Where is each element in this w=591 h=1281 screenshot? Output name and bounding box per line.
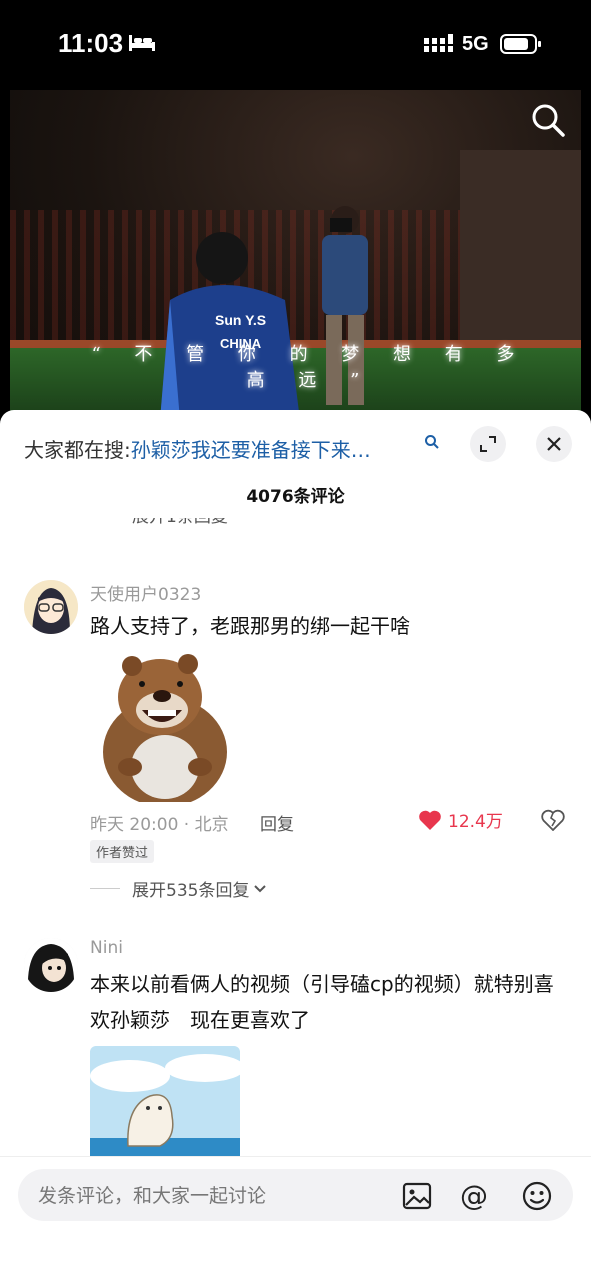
trending-search-icon[interactable] — [424, 434, 440, 450]
signal-icon — [424, 34, 453, 52]
expand-replies-partial[interactable]: 展开1条回复 — [90, 518, 228, 532]
comment-input[interactable] — [36, 1169, 390, 1223]
video-background-wall — [460, 150, 581, 340]
trending-query[interactable]: 孙颖莎我还要准备接下来… — [131, 438, 371, 462]
expand-replies-label: 展开535条回复 — [132, 881, 250, 901]
mention-icon[interactable]: @ — [460, 1179, 488, 1212]
sleep-mode-icon — [129, 35, 155, 51]
expand-replies-label: 展开1条回复 — [132, 518, 228, 527]
author-liked-badge: 作者赞过 — [90, 840, 155, 863]
expand-icon — [480, 436, 496, 452]
like-count: 12.4万 — [448, 812, 503, 832]
battery-icon — [500, 34, 541, 54]
video-player[interactable]: Sun Y.S CHINA “ 不 管 你 的 梦 想 有 多 高 远 ” — [10, 90, 581, 420]
comment-text: 本来以前看俩人的视频（引导磕cp的视频）就特别喜欢孙颖莎 现在更喜欢了 — [90, 972, 554, 1032]
trending-search[interactable]: 大家都在搜:孙颖莎我还要准备接下来… — [24, 434, 371, 463]
emoji-icon[interactable] — [521, 1180, 553, 1212]
anime-character-avatar-icon — [24, 938, 78, 992]
heart-filled-icon — [419, 810, 441, 830]
divider — [90, 888, 120, 889]
comment-time-location: 昨天 20:00 · 北京 — [90, 815, 229, 835]
like-button[interactable]: 12.4万 — [418, 807, 503, 832]
network-type: 5G — [462, 33, 489, 55]
trending-prefix: 大家都在搜: — [24, 438, 131, 462]
expand-replies-button[interactable]: 展开535条回复 — [90, 876, 267, 901]
comment-input-container[interactable]: @ — [18, 1169, 573, 1223]
comment-count: 4076条评论 — [246, 487, 345, 507]
comment-username[interactable]: 天使用户0323 — [90, 580, 201, 605]
status-bar: 11:03 5G — [0, 0, 591, 90]
fullscreen-button[interactable] — [470, 426, 506, 462]
close-button[interactable] — [536, 426, 572, 462]
comment-input-bar: @ — [0, 1156, 591, 1281]
avatar[interactable] — [24, 938, 78, 992]
chevron-down-icon — [254, 884, 267, 892]
video-caption: “ 不 管 你 的 梦 想 有 多 高 远 ” — [91, 344, 529, 391]
broken-heart-icon[interactable] — [541, 809, 565, 831]
anime-girl-avatar-icon — [24, 580, 78, 634]
search-icon[interactable] — [528, 100, 568, 140]
reply-button[interactable]: 回复 — [260, 810, 294, 835]
comment-text: 路人支持了，老跟那男的绑一起干啥 — [90, 614, 410, 638]
comment-username[interactable]: Nini — [90, 938, 123, 958]
avatar[interactable] — [24, 580, 78, 634]
image-icon[interactable] — [402, 1181, 432, 1211]
bear-sticker-image[interactable] — [90, 652, 240, 802]
svg-text:Sun Y.S: Sun Y.S — [215, 312, 266, 328]
status-time: 11:03 — [58, 28, 124, 58]
comment-sheet: 大家都在搜:孙颖莎我还要准备接下来… 4076条评论 展开1条回复 — [0, 410, 591, 1280]
close-icon — [547, 437, 561, 451]
